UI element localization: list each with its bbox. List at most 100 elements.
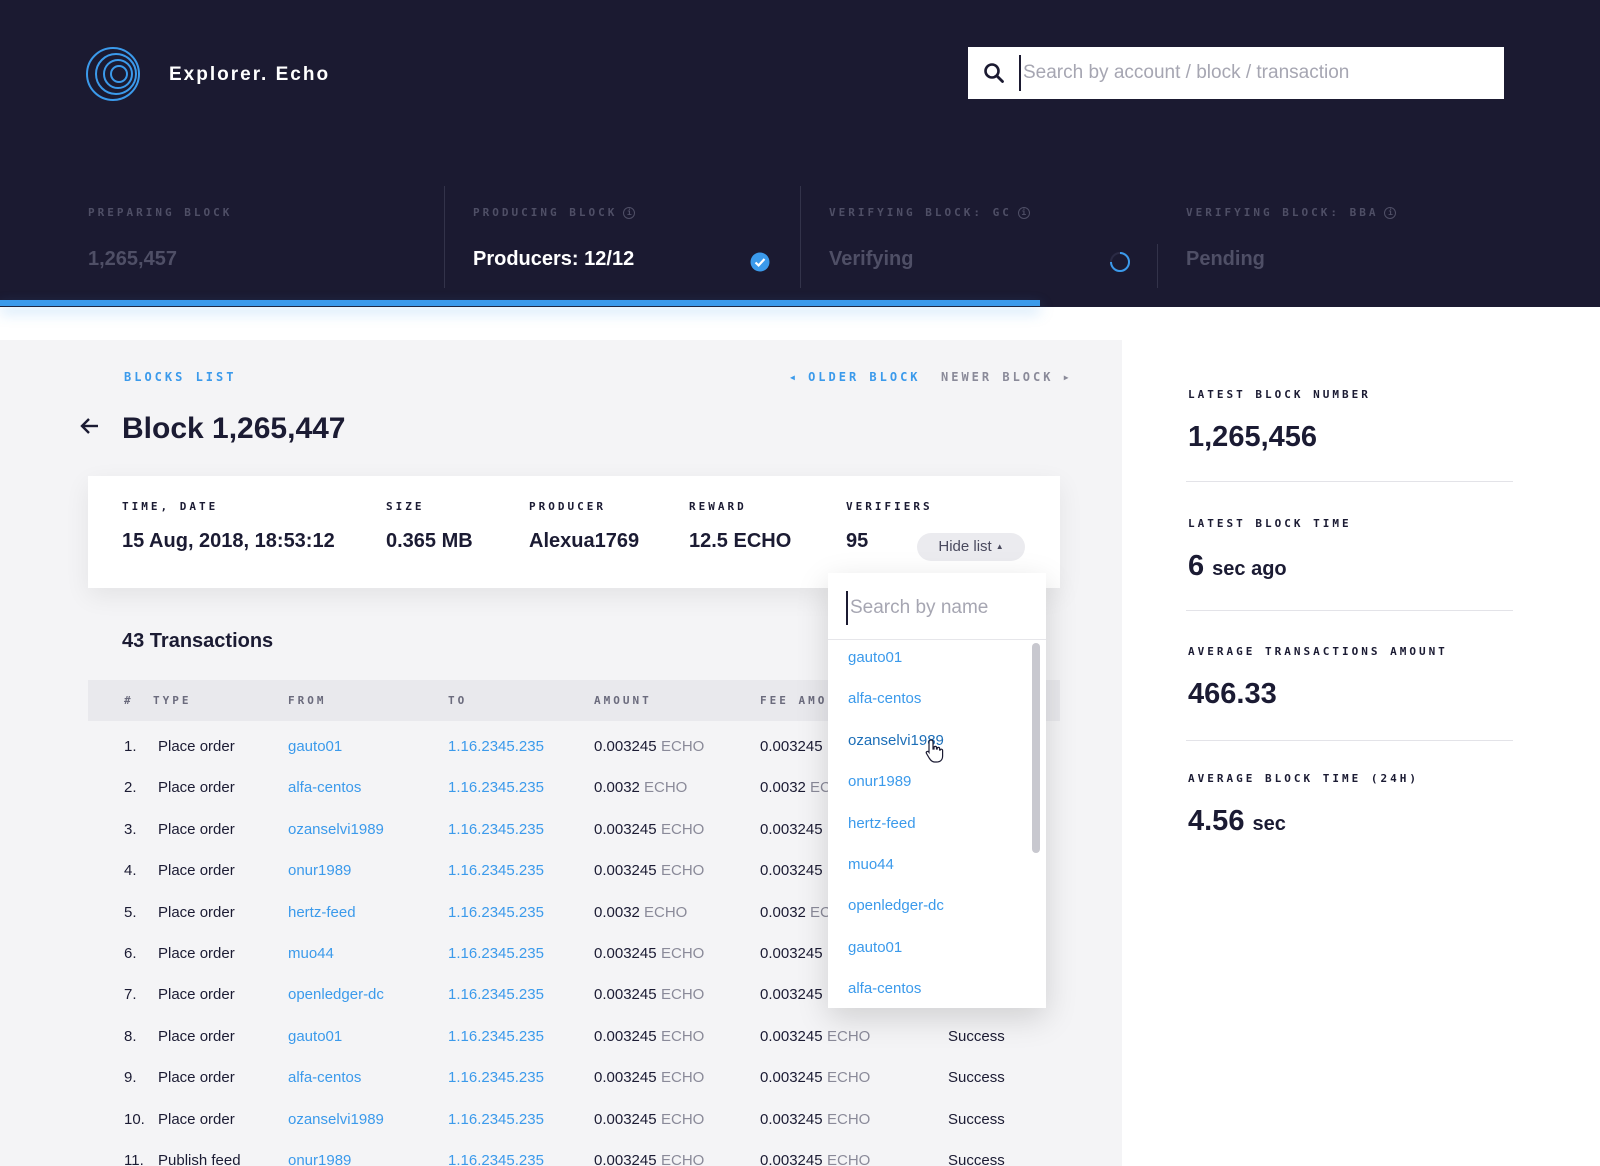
tx-type: Place order [158,1110,235,1128]
tx-type: Publish feed [158,1152,241,1166]
field-value: 15 Aug, 2018, 18:53:12 [122,530,335,552]
table-row[interactable]: 8. Place order gauto01 1.16.2345.235 0.00324… [0,1014,1122,1055]
reward-field: REWARD 12.5 ECHO [689,500,791,553]
block-info-card: TIME, DATE 15 Aug, 2018, 18:53:12 SIZE 0… [88,476,1060,588]
verifier-item[interactable]: gauto01 [848,939,902,956]
verifier-item[interactable]: openledger-dc [848,897,944,914]
stat-latest-time: LATEST BLOCK TIME 6 sec ago [1188,517,1352,583]
brand-name[interactable]: Explorer. Echo [169,64,330,86]
global-search-input[interactable] [1019,55,1489,91]
tx-amount: 0.003245 [594,1069,657,1087]
tx-fee: 0.003245 [760,820,823,838]
tx-from-link[interactable]: ozanselvi1989 [288,821,384,838]
tx-from-link[interactable]: onur1989 [288,1152,351,1166]
currency-unit: ECHO [661,820,705,838]
tx-to-link[interactable]: 1.16.2345.235 [448,1028,544,1045]
tx-from-link[interactable]: alfa-centos [288,1069,361,1086]
currency-unit: ECHO [827,1152,871,1166]
tx-from-link[interactable]: gauto01 [288,1028,342,1045]
producer-field: PRODUCER Alexua1769 [529,500,639,553]
tx-type: Place order [158,945,235,962]
tx-from-link[interactable]: gauto01 [288,738,342,755]
row-number: 9. [124,1069,137,1087]
tx-type: Place order [158,738,235,755]
tx-to-link[interactable]: 1.16.2345.235 [448,821,544,838]
info-icon[interactable]: i [1384,207,1397,219]
tx-fee: 0.003245 [760,738,823,755]
stat-value[interactable]: 1,265,456 [1188,421,1371,454]
top-header: Explorer. Echo PREPARING BLOCK 1,265,457… [0,0,1600,307]
tx-to-link[interactable]: 1.16.2345.235 [448,1111,544,1128]
tx-amount: 0.0032 [594,903,640,921]
older-block-link[interactable]: ◀ OLDER BLOCK [790,370,921,384]
tx-type: Place order [158,986,235,1004]
back-arrow-icon[interactable] [78,414,102,438]
verifier-item[interactable]: gauto01 [848,649,902,666]
tx-from-link[interactable]: muo44 [288,945,334,962]
stage-label: VERIFYING BLOCK: GC [829,206,1012,219]
blocks-list-link[interactable]: BLOCKS LIST [124,370,236,384]
stage-label: PREPARING BLOCK [88,206,233,219]
tx-amount: 0.003245 [594,986,657,1004]
tx-to-link[interactable]: 1.16.2345.235 [448,986,544,1003]
global-search[interactable] [968,47,1504,99]
stat-unit: sec ago [1212,558,1287,580]
tx-from-link[interactable]: openledger-dc [288,986,384,1003]
tx-to-link[interactable]: 1.16.2345.235 [448,904,544,921]
column-header: TYPE [153,694,192,707]
tx-from-link[interactable]: ozanselvi1989 [288,1111,384,1128]
table-row[interactable]: 11. Publish feed onur1989 1.16.2345.235 0.00… [0,1138,1122,1166]
info-icon[interactable]: i [623,207,636,219]
verifiers-dropdown: gauto01alfa-centosozanselvi1989onur1989h… [828,573,1046,1008]
column-header: FROM [288,694,327,707]
echo-logo-icon[interactable] [85,46,141,102]
tx-status: Success [948,1110,1005,1128]
field-label: SIZE [386,500,425,513]
stat-divider [1186,481,1513,482]
tx-status: Success [948,1027,1005,1045]
table-row[interactable]: 9. Place order alfa-centos 1.16.2345.235 0.0… [0,1055,1122,1096]
row-number: 5. [124,903,137,921]
row-number: 10. [124,1110,145,1128]
row-number: 2. [124,779,137,797]
verifier-item[interactable]: onur1989 [848,773,911,790]
field-value: 0.365 MB [386,530,473,552]
verifier-item[interactable]: muo44 [848,856,894,873]
stat-value: 6 [1188,550,1205,582]
tx-to-link[interactable]: 1.16.2345.235 [448,945,544,962]
dropdown-scrollbar[interactable] [1032,643,1040,853]
verifier-item[interactable]: alfa-centos [848,690,921,707]
field-value[interactable]: Alexua1769 [529,530,639,553]
tx-status: Success [948,1069,1005,1087]
tx-to-link[interactable]: 1.16.2345.235 [448,1152,544,1166]
stat-avg-transactions: AVERAGE TRANSACTIONS AMOUNT 466.33 [1188,645,1448,711]
hide-list-button[interactable]: Hide list ▲ [917,533,1025,561]
verifier-search-input[interactable] [846,591,1026,625]
dropdown-divider [828,639,1046,640]
size-field: SIZE 0.365 MB [386,500,473,553]
tx-amount: 0.003245 [594,1027,657,1045]
tx-from-link[interactable]: onur1989 [288,862,351,879]
loading-spinner-icon [1110,252,1130,272]
tx-to-link[interactable]: 1.16.2345.235 [448,862,544,879]
table-row[interactable]: 10. Place order ozanselvi1989 1.16.2345.235… [0,1097,1122,1138]
field-label: TIME, DATE [122,500,219,513]
field-label: REWARD [689,500,747,513]
tx-to-link[interactable]: 1.16.2345.235 [448,779,544,796]
tx-to-link[interactable]: 1.16.2345.235 [448,738,544,755]
tx-from-link[interactable]: hertz-feed [288,904,356,921]
info-icon[interactable]: i [1017,207,1030,219]
tx-from-link[interactable]: alfa-centos [288,779,361,796]
stage-divider [800,186,801,288]
tx-amount: 0.003245 [594,1110,657,1128]
hand-cursor-icon [925,739,944,763]
row-number: 4. [124,862,137,880]
verifier-item[interactable]: hertz-feed [848,815,916,832]
row-number: 7. [124,986,137,1004]
tx-fee: 0.003245 [760,1110,823,1128]
field-label: PRODUCER [529,500,606,513]
verifier-item[interactable]: alfa-centos [848,980,921,997]
newer-block-link[interactable]: NEWER BLOCK ▶ [941,370,1072,384]
older-block-label: OLDER BLOCK [808,370,921,384]
tx-to-link[interactable]: 1.16.2345.235 [448,1069,544,1086]
